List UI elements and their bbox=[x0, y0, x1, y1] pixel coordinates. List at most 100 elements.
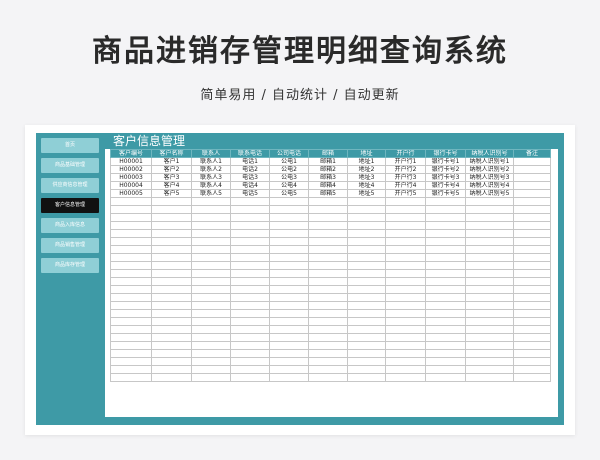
table-cell[interactable] bbox=[347, 237, 386, 246]
sidebar-item-product-basics[interactable]: 商品基础管理 bbox=[41, 158, 99, 173]
table-cell[interactable]: 公电3 bbox=[269, 173, 309, 182]
table-cell[interactable] bbox=[110, 309, 152, 318]
table-cell[interactable] bbox=[465, 197, 514, 206]
empty-table-row[interactable] bbox=[110, 317, 551, 326]
table-cell[interactable] bbox=[308, 317, 348, 326]
table-cell[interactable] bbox=[465, 341, 514, 350]
column-header[interactable]: 联系人 bbox=[191, 149, 231, 158]
table-cell[interactable] bbox=[425, 357, 466, 366]
table-cell[interactable] bbox=[269, 341, 309, 350]
table-cell[interactable] bbox=[385, 237, 426, 246]
table-cell[interactable]: 银行卡号2 bbox=[425, 165, 466, 174]
table-cell[interactable] bbox=[230, 221, 270, 230]
empty-table-row[interactable] bbox=[110, 229, 551, 238]
empty-table-row[interactable] bbox=[110, 357, 551, 366]
table-cell[interactable] bbox=[110, 301, 152, 310]
table-cell[interactable] bbox=[513, 365, 551, 374]
table-cell[interactable] bbox=[308, 277, 348, 286]
table-cell[interactable]: 地址2 bbox=[347, 165, 386, 174]
table-cell[interactable] bbox=[513, 277, 551, 286]
table-cell[interactable] bbox=[513, 205, 551, 214]
table-cell[interactable] bbox=[425, 333, 466, 342]
table-cell[interactable] bbox=[513, 197, 551, 206]
table-cell[interactable] bbox=[465, 357, 514, 366]
table-cell[interactable] bbox=[308, 357, 348, 366]
table-cell[interactable]: 开户行2 bbox=[385, 165, 426, 174]
empty-table-row[interactable] bbox=[110, 285, 551, 294]
table-cell[interactable]: 公电2 bbox=[269, 165, 309, 174]
table-cell[interactable] bbox=[191, 325, 231, 334]
table-cell[interactable] bbox=[110, 269, 152, 278]
table-cell[interactable] bbox=[347, 245, 386, 254]
table-cell[interactable] bbox=[269, 221, 309, 230]
table-cell[interactable] bbox=[385, 325, 426, 334]
column-header[interactable]: 备注 bbox=[513, 149, 551, 158]
table-cell[interactable] bbox=[269, 197, 309, 206]
table-cell[interactable]: 电话2 bbox=[230, 165, 270, 174]
table-cell[interactable] bbox=[513, 357, 551, 366]
empty-table-row[interactable] bbox=[110, 301, 551, 310]
table-cell[interactable] bbox=[230, 253, 270, 262]
table-cell[interactable] bbox=[191, 229, 231, 238]
table-row[interactable]: H00001 客户1 联系人1 电话1 公电1 邮箱1 地址1 开户行1 银行卡号1 纳税人识别号… bbox=[110, 157, 551, 166]
empty-table-row[interactable] bbox=[110, 269, 551, 278]
empty-table-row[interactable] bbox=[110, 253, 551, 262]
table-cell[interactable] bbox=[465, 213, 514, 222]
table-cell[interactable]: 联系人2 bbox=[191, 165, 231, 174]
table-cell[interactable] bbox=[513, 165, 551, 174]
table-cell[interactable]: 纳税人识别号5 bbox=[465, 189, 514, 198]
table-cell[interactable] bbox=[513, 301, 551, 310]
table-cell[interactable] bbox=[465, 301, 514, 310]
empty-table-row[interactable] bbox=[110, 373, 551, 382]
table-cell[interactable]: 纳税人识别号2 bbox=[465, 165, 514, 174]
table-cell[interactable] bbox=[308, 293, 348, 302]
sidebar-item-stock-in[interactable]: 商品入库信息 bbox=[41, 218, 99, 233]
table-cell[interactable] bbox=[151, 365, 192, 374]
table-cell[interactable] bbox=[230, 277, 270, 286]
table-cell[interactable]: 公电4 bbox=[269, 181, 309, 190]
table-cell[interactable]: 开户行3 bbox=[385, 173, 426, 182]
table-cell[interactable] bbox=[425, 245, 466, 254]
empty-table-row[interactable] bbox=[110, 237, 551, 246]
table-cell[interactable] bbox=[513, 341, 551, 350]
table-cell[interactable] bbox=[465, 229, 514, 238]
table-cell[interactable] bbox=[110, 277, 152, 286]
table-cell[interactable] bbox=[465, 309, 514, 318]
table-cell[interactable]: 邮箱1 bbox=[308, 157, 348, 166]
table-cell[interactable] bbox=[513, 245, 551, 254]
table-cell[interactable] bbox=[513, 229, 551, 238]
table-cell[interactable] bbox=[347, 349, 386, 358]
table-cell[interactable] bbox=[110, 365, 152, 374]
table-cell[interactable]: 邮箱2 bbox=[308, 165, 348, 174]
table-cell[interactable] bbox=[308, 261, 348, 270]
table-cell[interactable] bbox=[513, 181, 551, 190]
table-cell[interactable]: 银行卡号4 bbox=[425, 181, 466, 190]
table-cell[interactable] bbox=[269, 261, 309, 270]
table-cell[interactable]: 公电1 bbox=[269, 157, 309, 166]
table-cell[interactable] bbox=[465, 349, 514, 358]
table-cell[interactable] bbox=[347, 197, 386, 206]
table-cell[interactable] bbox=[465, 221, 514, 230]
table-cell[interactable] bbox=[110, 237, 152, 246]
table-cell[interactable] bbox=[230, 197, 270, 206]
table-cell[interactable] bbox=[110, 261, 152, 270]
table-cell[interactable] bbox=[385, 349, 426, 358]
table-cell[interactable] bbox=[308, 229, 348, 238]
table-cell[interactable] bbox=[465, 261, 514, 270]
table-cell[interactable] bbox=[151, 269, 192, 278]
table-cell[interactable] bbox=[347, 213, 386, 222]
table-cell[interactable] bbox=[425, 253, 466, 262]
table-cell[interactable] bbox=[269, 205, 309, 214]
table-cell[interactable] bbox=[110, 213, 152, 222]
table-cell[interactable] bbox=[191, 341, 231, 350]
table-cell[interactable] bbox=[308, 341, 348, 350]
table-cell[interactable] bbox=[191, 285, 231, 294]
table-cell[interactable] bbox=[269, 245, 309, 254]
table-cell[interactable] bbox=[269, 269, 309, 278]
table-cell[interactable] bbox=[110, 245, 152, 254]
table-cell[interactable] bbox=[308, 285, 348, 294]
table-cell[interactable] bbox=[191, 317, 231, 326]
table-cell[interactable] bbox=[465, 325, 514, 334]
table-cell[interactable] bbox=[425, 293, 466, 302]
table-cell[interactable] bbox=[151, 309, 192, 318]
